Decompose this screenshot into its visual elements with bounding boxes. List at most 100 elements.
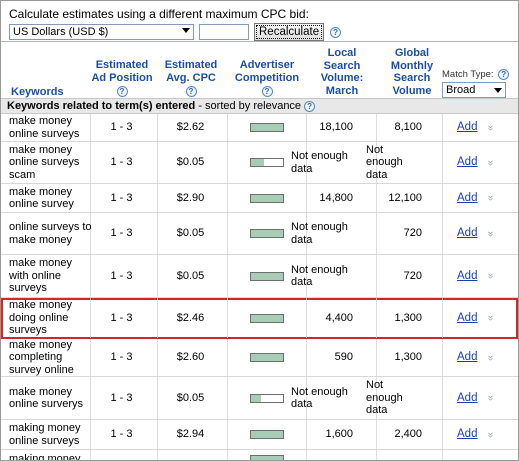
- keyword-tool-panel: Calculate estimates using a different ma…: [0, 0, 519, 461]
- expand-chevron-icon[interactable]: »: [485, 273, 496, 279]
- add-cell: Add »: [457, 339, 507, 376]
- column-divider: [227, 377, 228, 419]
- column-header-global-volume[interactable]: Global Monthly Search Volume: [382, 47, 442, 97]
- avg-cpc-cell: $2.60: [176, 351, 205, 364]
- keyword-cell: make money completing survey online: [9, 338, 74, 376]
- ad-position-cell: 1 - 3: [110, 156, 133, 169]
- keyword-cell: make money with online surveys: [9, 257, 72, 295]
- competition-bar: [250, 123, 284, 132]
- column-header-global-label: Global Monthly Search Volume: [390, 47, 434, 97]
- global-volume-cell: 8,100: [394, 121, 422, 134]
- match-type-select[interactable]: Broad: [442, 82, 506, 99]
- column-header-position[interactable]: Estimated Ad Position ?: [87, 59, 157, 97]
- column-divider: [442, 142, 443, 183]
- column-header-cpc-label: Estimated Avg. CPC: [164, 59, 218, 84]
- help-icon[interactable]: ?: [498, 69, 510, 80]
- global-volume-cell: 1,300: [394, 311, 422, 324]
- recalculate-button[interactable]: Recalculate: [254, 23, 325, 41]
- avg-cpc-cell: [163, 450, 218, 460]
- table-row: make money online surveys 1 - 3 $2.62 18,10…: [1, 114, 518, 142]
- currency-select[interactable]: US Dollars (USD $): [9, 24, 194, 40]
- local-volume-cell: Not enough data: [291, 150, 348, 175]
- avg-cpc-cell: $0.05: [176, 269, 205, 282]
- add-cell: Add »: [457, 420, 507, 449]
- competition-bar-fill: [251, 272, 283, 280]
- add-keyword-link[interactable]: Add: [457, 392, 477, 405]
- help-icon[interactable]: ?: [261, 86, 273, 97]
- column-header-keywords[interactable]: Keywords: [11, 86, 64, 99]
- expand-chevron-icon[interactable]: »: [485, 160, 496, 166]
- column-divider: [227, 450, 228, 460]
- competition-cell: [250, 298, 286, 338]
- ad-position-cell: 1 - 3: [110, 391, 133, 404]
- add-keyword-link[interactable]: Add: [457, 192, 477, 205]
- add-keyword-link[interactable]: Add: [457, 428, 477, 441]
- expand-chevron-icon[interactable]: »: [485, 355, 496, 361]
- column-header-local-label: Local Search Volume: March: [320, 47, 364, 97]
- competition-cell: [250, 213, 286, 254]
- add-keyword-link[interactable]: Add: [457, 156, 477, 169]
- column-divider: [442, 377, 443, 419]
- help-icon[interactable]: ?: [185, 86, 197, 97]
- avg-cpc-cell: $0.05: [176, 156, 205, 169]
- competition-bar: [250, 313, 284, 323]
- match-type-label-text: Match Type:: [442, 69, 494, 81]
- column-divider: [227, 255, 228, 297]
- competition-bar-fill: [251, 194, 283, 202]
- competition-cell: [250, 255, 286, 297]
- local-volume-cell: 14,800: [319, 191, 353, 204]
- max-cpc-input[interactable]: [199, 24, 249, 40]
- add-keyword-link[interactable]: Add: [457, 227, 477, 240]
- column-divider: [157, 184, 158, 212]
- ad-position-cell: 1 - 3: [110, 428, 133, 441]
- column-divider: [227, 298, 228, 338]
- column-header-local-volume[interactable]: Local Search Volume: March: [311, 47, 373, 97]
- table-row: making money: [1, 450, 518, 461]
- competition-cell: [250, 142, 286, 183]
- add-keyword-link[interactable]: Add: [457, 270, 477, 283]
- table-row: make money completing survey online 1 - 3…: [1, 339, 518, 377]
- avg-cpc-cell: $2.94: [176, 428, 205, 441]
- help-icon[interactable]: ?: [330, 26, 342, 38]
- local-volume-cell: 18,100: [319, 121, 353, 134]
- match-type-label: Match Type: ?: [442, 69, 511, 80]
- column-divider: [227, 142, 228, 183]
- add-keyword-link[interactable]: Add: [457, 121, 477, 134]
- help-icon[interactable]: ?: [304, 100, 316, 112]
- ad-position-cell: 1 - 3: [110, 269, 133, 282]
- match-type-control: Match Type: ? Broad: [442, 69, 511, 99]
- local-volume-cell: Not enough data: [291, 385, 348, 411]
- keyword-cell: make money online surveys scam: [9, 143, 80, 181]
- keyword-cell: making money: [9, 453, 81, 461]
- column-divider: [157, 114, 158, 141]
- expand-chevron-icon[interactable]: »: [485, 125, 496, 131]
- ad-position-cell: [94, 450, 149, 460]
- expand-chevron-icon[interactable]: »: [485, 395, 496, 401]
- competition-bar: [250, 430, 284, 439]
- competition-bar: [250, 229, 284, 238]
- table-row: making money online surveys 1 - 3 $2.94 1,6…: [1, 420, 518, 450]
- ad-position-cell: 1 - 3: [110, 121, 133, 134]
- expand-chevron-icon[interactable]: »: [485, 315, 496, 321]
- add-keyword-link[interactable]: Add: [457, 312, 477, 325]
- column-divider: [157, 142, 158, 183]
- table-row: make money with online surveys 1 - 3 $0.05…: [1, 255, 518, 298]
- add-keyword-link[interactable]: Add: [457, 351, 477, 364]
- competition-cell: [250, 114, 286, 141]
- help-icon[interactable]: ?: [116, 86, 128, 97]
- dropdown-arrow-icon: [182, 28, 190, 33]
- local-volume-cell: Not enough data: [291, 221, 348, 246]
- column-header-competition[interactable]: Advertiser Competition ?: [229, 59, 305, 97]
- keyword-cell: make money online survey: [9, 185, 74, 211]
- expand-chevron-icon[interactable]: »: [485, 231, 496, 237]
- competition-bar: [250, 193, 284, 203]
- ad-position-cell: 1 - 3: [110, 191, 133, 204]
- expand-chevron-icon[interactable]: »: [485, 432, 496, 438]
- local-volume-cell: [291, 450, 353, 460]
- table-row: make money doing online surveys 1 - 3 $2.4…: [1, 298, 518, 339]
- column-header-cpc[interactable]: Estimated Avg. CPC ?: [157, 59, 225, 97]
- keyword-cell: make money doing online surveys: [9, 299, 72, 337]
- competition-bar: [250, 271, 284, 281]
- competition-bar-fill: [251, 394, 261, 402]
- expand-chevron-icon[interactable]: »: [485, 195, 496, 201]
